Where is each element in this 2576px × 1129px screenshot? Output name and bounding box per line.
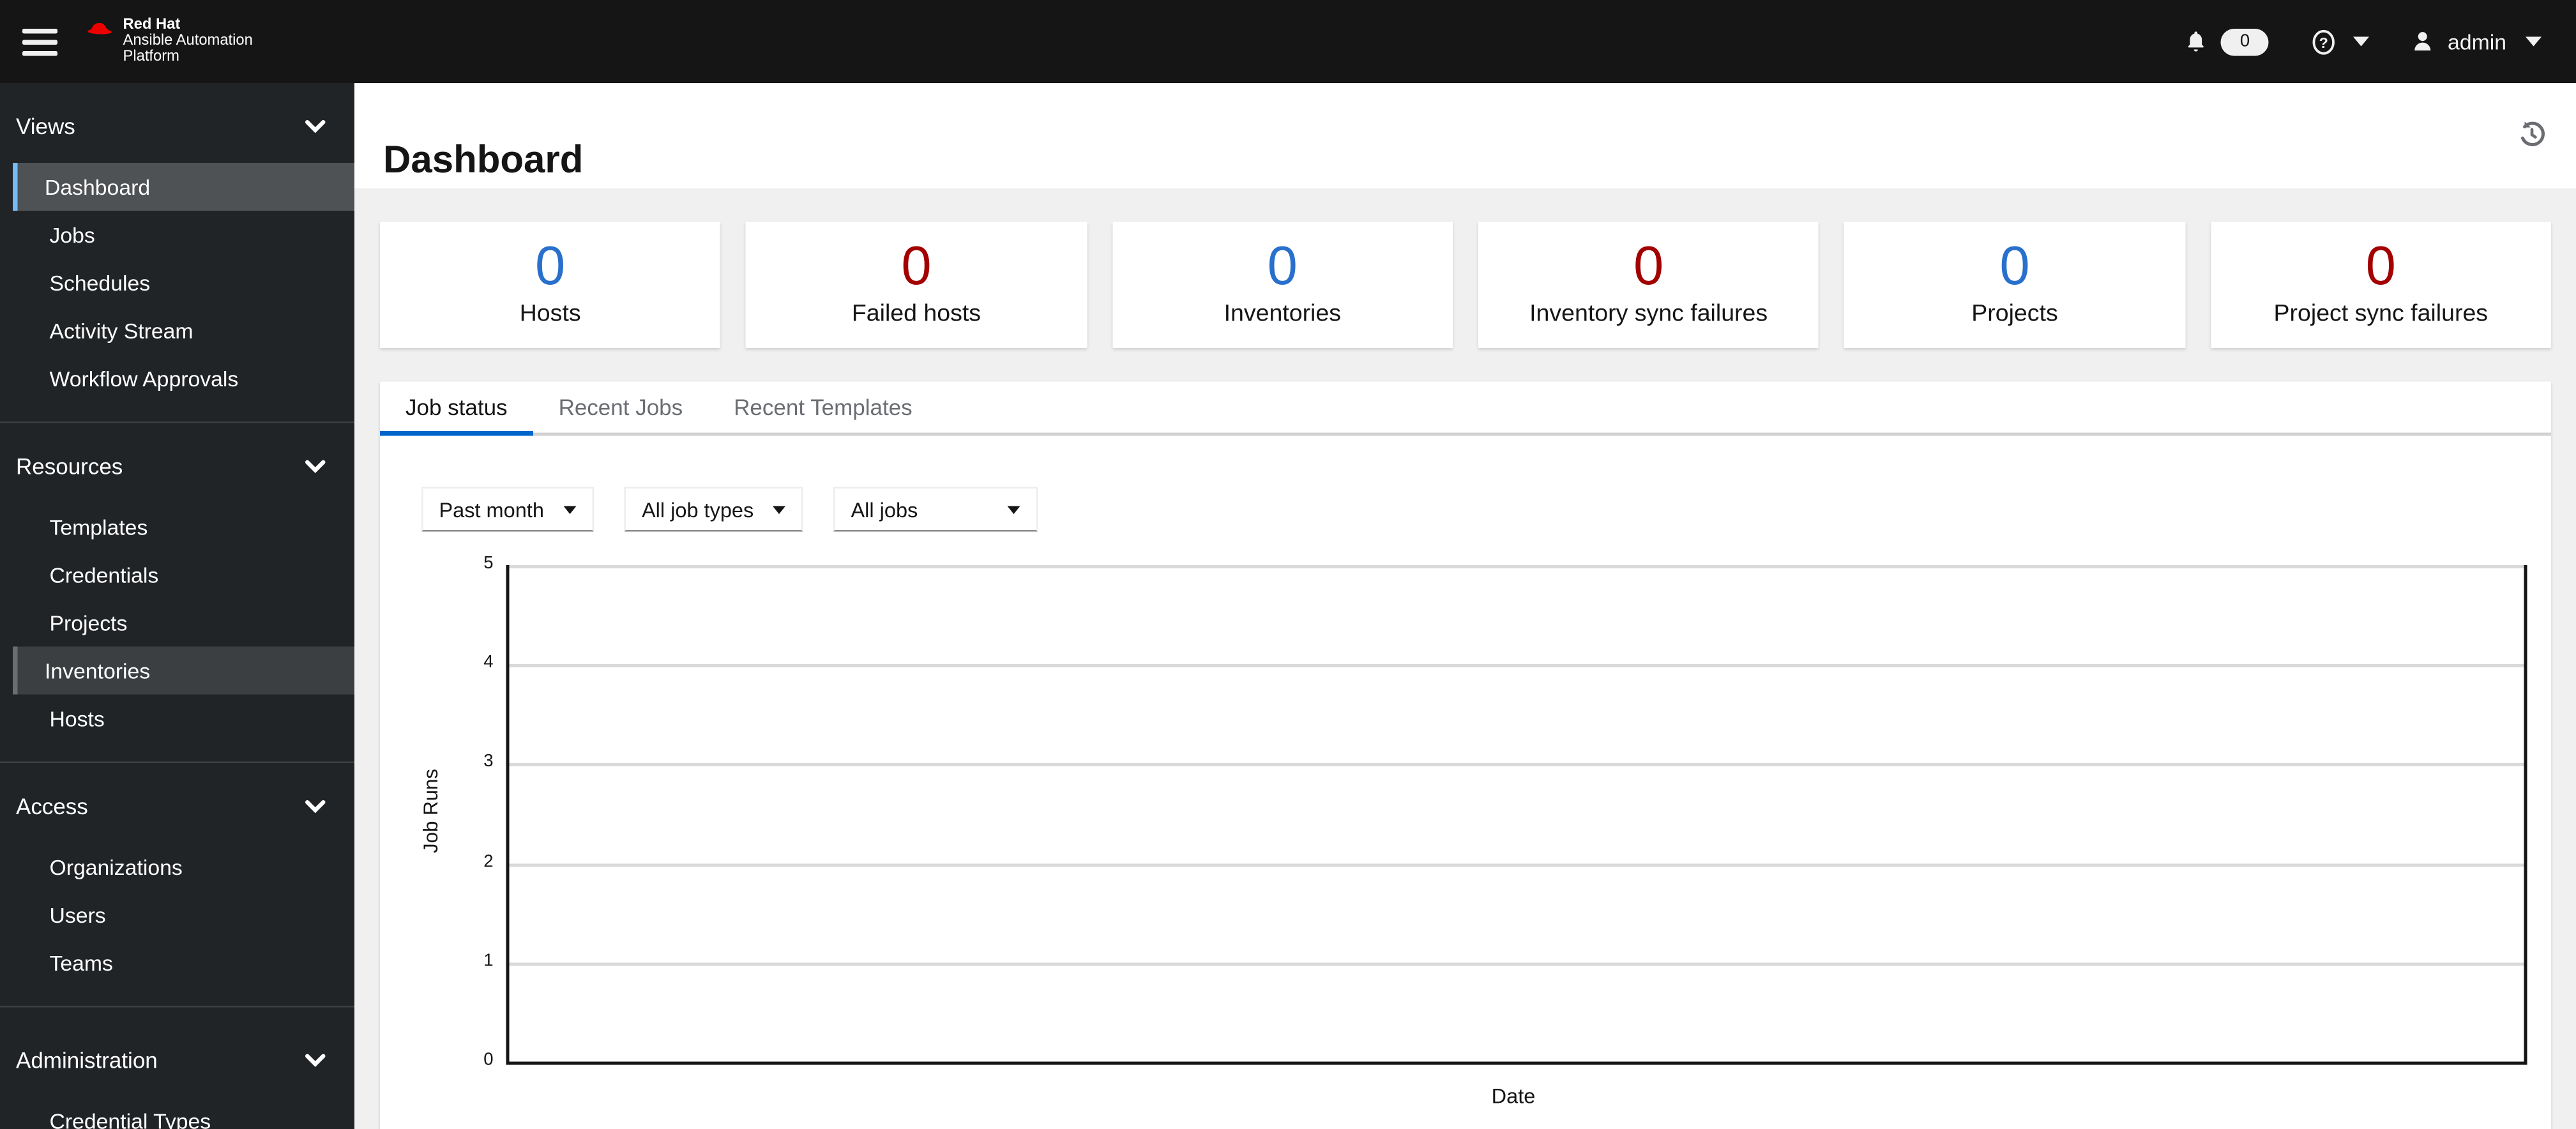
filter-date-range-select[interactable]: Past month — [421, 487, 594, 532]
brand-product-line2: Platform — [123, 48, 179, 66]
sidebar-item-workflow-approvals[interactable]: Workflow Approvals — [13, 354, 354, 402]
user-menu-button[interactable]: admin — [2411, 29, 2542, 54]
chevron-down-icon — [305, 459, 326, 473]
filter-job-select[interactable]: All jobs — [833, 487, 1038, 532]
chart-filters: Past month All job types All jobs — [421, 487, 1038, 532]
sidebar-item-credentials[interactable]: Credentials — [13, 551, 354, 599]
gridline — [509, 863, 2524, 867]
sidebar-item-inventories[interactable]: Inventories — [13, 646, 354, 695]
bell-icon — [2185, 29, 2209, 54]
hamburger-icon — [22, 27, 57, 33]
card-label: Project sync failures — [2273, 300, 2489, 328]
sidebar-item-schedules[interactable]: Schedules — [13, 259, 354, 307]
page-header-band: Dashboard — [354, 83, 2576, 188]
gridline — [509, 962, 2524, 966]
card-label: Inventory sync failures — [1529, 300, 1768, 328]
ytick-label: 1 — [483, 951, 494, 971]
help-menu-button[interactable]: ? — [2310, 28, 2370, 56]
card-count[interactable]: 0 — [380, 236, 720, 297]
question-circle-icon: ? — [2310, 28, 2338, 56]
sidebar-item-projects[interactable]: Projects — [13, 599, 354, 647]
summary-card-project-sync-failures: 0 Project sync failures — [2210, 222, 2551, 348]
card-count[interactable]: 0 — [746, 236, 1086, 297]
nav-section-title: Views — [16, 113, 75, 139]
nav-section-resources: Resources Templates Credentials Projects… — [0, 421, 354, 762]
tab-recent-templates[interactable]: Recent Templates — [708, 382, 938, 433]
card-label: Projects — [1971, 300, 2058, 328]
y-axis-label: Job Runs — [420, 768, 443, 854]
nav-section-administration: Administration Credential Types Notifica… — [0, 1006, 354, 1129]
card-label: Failed hosts — [851, 300, 981, 328]
svg-text:?: ? — [2319, 34, 2328, 50]
dropdown-caret-icon — [1007, 505, 1020, 513]
ansible-automation-platform-app: Red Hat Ansible Automation Platform 0 ? … — [0, 0, 2576, 1129]
sidebar-item-users[interactable]: Users — [13, 891, 354, 939]
chevron-down-icon — [305, 119, 326, 133]
sidebar-item-teams[interactable]: Teams — [13, 939, 354, 987]
plot-area — [506, 565, 2527, 1065]
summary-card-projects: 0 Projects — [1844, 222, 2185, 348]
nav-section-title: Resources — [16, 453, 123, 479]
user-icon — [2411, 29, 2436, 54]
brand-product-line1: Ansible Automation — [123, 32, 253, 50]
sidebar-nav: Views Dashboard Jobs Schedules Activity … — [0, 83, 354, 1129]
tab-recent-jobs[interactable]: Recent Jobs — [533, 382, 709, 433]
nav-toggle-button[interactable] — [10, 10, 73, 73]
dropdown-caret-icon — [773, 505, 785, 513]
masthead: Red Hat Ansible Automation Platform 0 ? … — [0, 0, 2576, 83]
tabs: Job status Recent Jobs Recent Templates — [380, 382, 2551, 436]
nav-section-title: Access — [16, 793, 88, 819]
summary-card-inventories: 0 Inventories — [1112, 222, 1453, 348]
card-label: Inventories — [1224, 300, 1341, 328]
brand-logo: Red Hat Ansible Automation Platform — [86, 16, 253, 66]
chevron-down-icon — [305, 799, 326, 813]
nav-section-header-administration[interactable]: Administration — [0, 1036, 354, 1084]
nav-section-header-access[interactable]: Access — [0, 782, 354, 830]
card-count[interactable]: 0 — [1844, 236, 2185, 297]
chevron-down-icon — [2526, 36, 2542, 47]
dropdown-caret-icon — [563, 505, 577, 513]
ytick-label: 4 — [483, 653, 494, 672]
sidebar-item-templates[interactable]: Templates — [13, 503, 354, 551]
summary-card-inventory-sync-failures: 0 Inventory sync failures — [1478, 222, 1819, 348]
nav-section-header-resources[interactable]: Resources — [0, 443, 354, 490]
username: admin — [2448, 29, 2506, 54]
page-title: Dashboard — [383, 139, 584, 183]
summary-card-failed-hosts: 0 Failed hosts — [746, 222, 1087, 348]
ytick-label: 0 — [483, 1050, 494, 1070]
redhat-fedora-icon — [86, 18, 114, 39]
nav-section-header-views[interactable]: Views — [0, 102, 354, 150]
ytick-label: 5 — [483, 554, 494, 573]
history-button[interactable] — [2516, 118, 2548, 150]
notifications-button[interactable] — [2185, 29, 2209, 54]
chevron-down-icon — [2353, 36, 2370, 47]
sidebar-item-credential-types[interactable]: Credential Types — [13, 1097, 354, 1129]
summary-card-hosts: 0 Hosts — [380, 222, 721, 348]
sidebar-item-organizations[interactable]: Organizations — [13, 843, 354, 891]
gridline — [509, 565, 2524, 568]
sidebar-item-hosts[interactable]: Hosts — [13, 695, 354, 743]
nav-section-access: Access Organizations Users Teams — [0, 761, 354, 1006]
tab-job-status[interactable]: Job status — [380, 382, 533, 436]
notification-count-badge[interactable]: 0 — [2221, 27, 2269, 56]
brand-name: Red Hat — [123, 16, 181, 34]
gridline — [509, 664, 2524, 667]
summary-cards: 0 Hosts 0 Failed hosts 0 Inventories 0 I… — [380, 222, 2551, 348]
card-count[interactable]: 0 — [2211, 236, 2551, 297]
card-count[interactable]: 0 — [1112, 236, 1453, 297]
chevron-down-icon — [305, 1053, 326, 1066]
sidebar-item-dashboard[interactable]: Dashboard — [13, 163, 354, 211]
sidebar-item-activity-stream[interactable]: Activity Stream — [13, 307, 354, 354]
card-count[interactable]: 0 — [1478, 236, 1819, 297]
chart-panel: Job status Recent Jobs Recent Templates … — [380, 381, 2551, 1129]
card-label: Hosts — [519, 300, 581, 328]
nav-section-views: Views Dashboard Jobs Schedules Activity … — [0, 83, 354, 421]
gridline — [509, 763, 2524, 766]
sidebar-item-jobs[interactable]: Jobs — [13, 211, 354, 259]
filter-job-type-select[interactable]: All job types — [624, 487, 803, 532]
nav-section-title: Administration — [16, 1047, 158, 1073]
history-icon — [2516, 118, 2548, 150]
x-axis-label: Date — [1491, 1084, 1536, 1109]
main-content: Dashboard 0 Hosts 0 Failed hosts 0 Inven… — [354, 83, 2576, 1129]
